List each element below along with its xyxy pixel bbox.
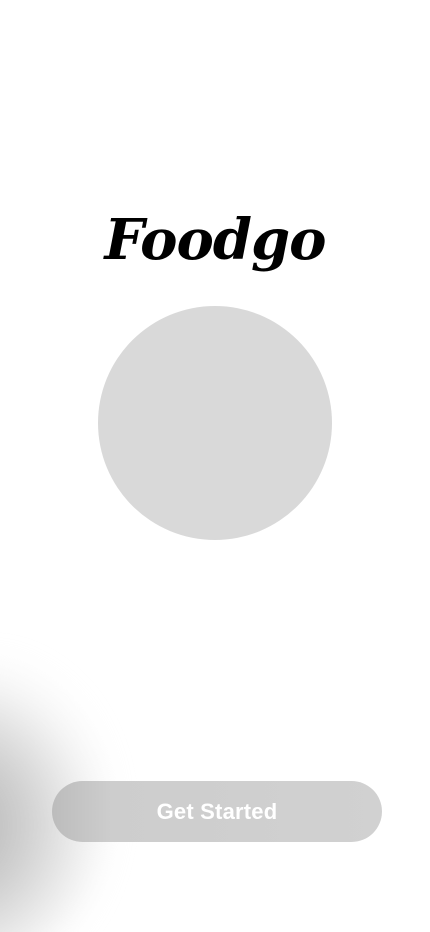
get-started-button[interactable]: Get Started — [52, 781, 382, 842]
app-logo-title: Foodgo — [104, 207, 326, 273]
get-started-label: Get Started — [156, 798, 278, 824]
splash-screen: Foodgo Get Started — [0, 0, 430, 932]
hero-image-placeholder — [98, 306, 332, 540]
